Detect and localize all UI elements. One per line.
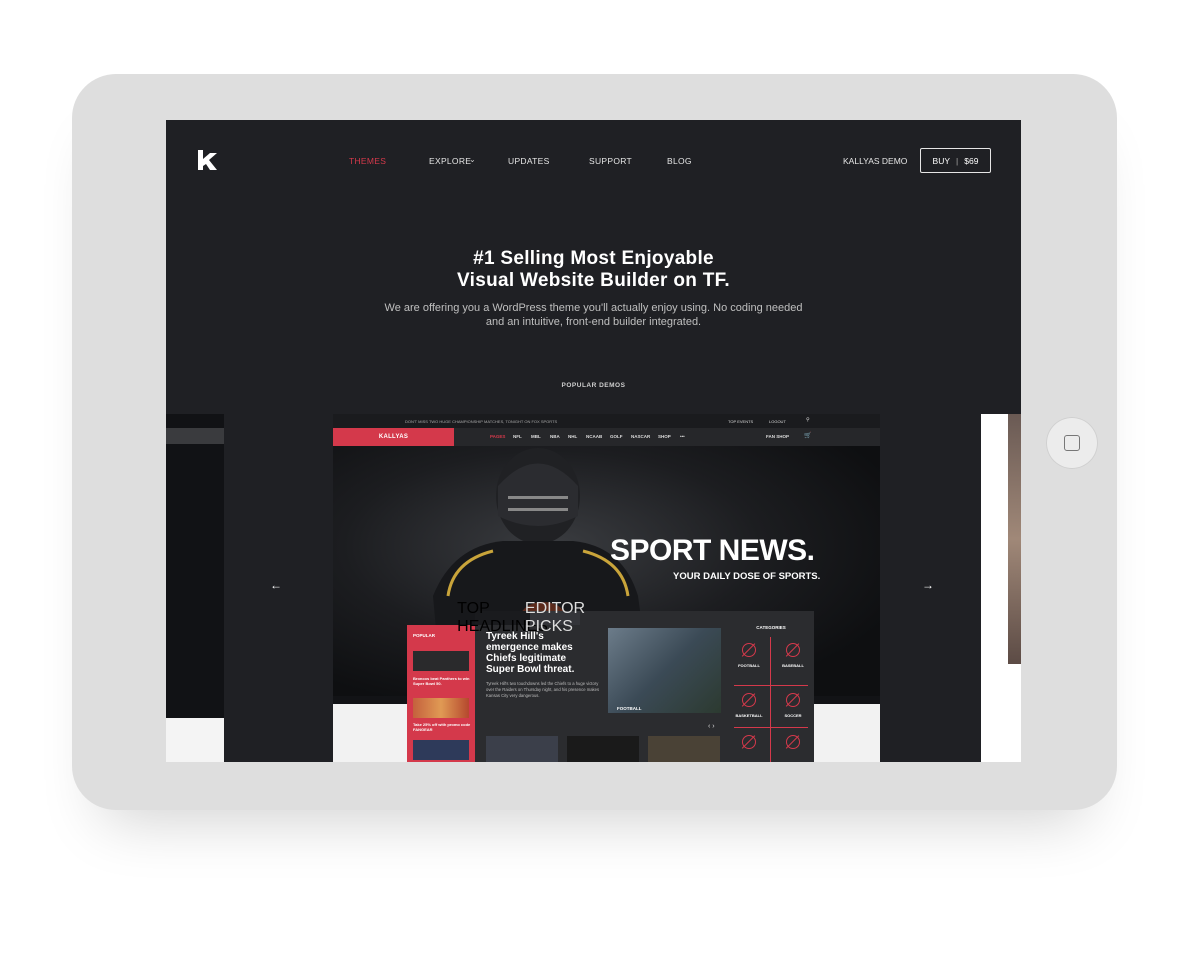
demo-link-golf[interactable]: GOLF — [610, 434, 623, 439]
popular-item-image[interactable] — [413, 651, 469, 671]
home-square-icon — [1064, 435, 1080, 451]
sport-icon — [786, 735, 800, 749]
popular-demos-label: POPULAR DEMOS — [561, 382, 626, 389]
next-demo-preview[interactable] — [981, 414, 1021, 762]
buy-price: $69 — [964, 155, 979, 166]
news-thumbnail[interactable] — [567, 736, 639, 762]
category-football[interactable]: FOOTBALL — [729, 643, 769, 668]
chevron-down-icon[interactable]: ⌄ — [469, 155, 476, 164]
demo-link-nhl[interactable]: NHL — [568, 434, 577, 439]
category-baseball[interactable]: BASEBALL — [773, 643, 813, 668]
categories-divider — [770, 637, 771, 762]
demo-fan-shop[interactable]: FAN SHOP — [766, 434, 789, 439]
category-icon-row[interactable] — [729, 735, 769, 749]
previous-demo-bar — [166, 428, 224, 444]
nav-explore[interactable]: EXPLORE — [429, 156, 471, 166]
screen: THEMES EXPLORE ⌄ UPDATES SUPPORT BLOG KA… — [166, 120, 1021, 762]
nav-support[interactable]: SUPPORT — [589, 156, 632, 166]
kallyas-logo-icon[interactable] — [197, 149, 219, 171]
carousel-next-arrow[interactable]: → — [922, 578, 934, 592]
category-label: BASEBALL — [782, 663, 804, 668]
headline-body: Tyreek Hill's two touchdowns led the Chi… — [486, 681, 600, 698]
categories-divider — [734, 685, 808, 686]
baseball-icon — [786, 643, 800, 657]
demo-link-pages[interactable]: PAGES — [490, 434, 505, 439]
demo-link-shop[interactable]: SHOP — [658, 434, 671, 439]
categories-label: CATEGORIES — [756, 625, 786, 630]
popular-panel: POPULAR Broncos beat Panthers to win Sup… — [407, 625, 475, 762]
demo-hero-title: SPORT NEWS. — [610, 534, 815, 567]
demo-link-nascar[interactable]: NASCAR — [631, 434, 650, 439]
category-label: FOOTBALL — [738, 663, 760, 668]
demo-link-nba[interactable]: NBA — [550, 434, 560, 439]
next-demo-photo — [1008, 414, 1021, 664]
soccer-icon — [786, 693, 800, 707]
headline-title[interactable]: Tyreek Hill's emergence makes Chiefs leg… — [486, 631, 586, 675]
hero-subtitle-line2: and an intuitive, front-end builder inte… — [485, 316, 702, 328]
demo-topbar: DON'T MISS TWO HUGE CHAMPIONSHIP MATCHES… — [333, 414, 880, 428]
buy-label: BUY — [932, 155, 951, 166]
category-soccer[interactable]: SOCCER — [773, 693, 813, 718]
previous-demo-footer — [166, 718, 224, 762]
categories-divider — [734, 727, 808, 728]
popular-item-image[interactable] — [413, 698, 469, 718]
demo-link-ncaab[interactable]: NCAAB — [586, 434, 602, 439]
popular-label: POPULAR — [413, 633, 436, 638]
category-basketball[interactable]: BASKETBALL — [729, 693, 769, 718]
hero-title-line1: #1 Selling Most Enjoyable — [473, 248, 714, 269]
hero-subtitle-line1: We are offering you a WordPress theme yo… — [384, 302, 803, 314]
demo-top-events[interactable]: TOP EVENTS — [728, 419, 753, 424]
nav-blog[interactable]: BLOG — [667, 156, 692, 166]
hero-title-line2: Visual Website Builder on TF. — [457, 270, 730, 291]
popular-item-caption[interactable]: Broncos beat Panthers to win Super Bowl … — [413, 676, 471, 686]
demo-navbar: KALLYAS PAGES NFL MBL NBA NHL NCAAB GOLF… — [333, 428, 880, 446]
nav-updates[interactable]: UPDATES — [508, 156, 550, 166]
news-thumbnail[interactable] — [486, 736, 558, 762]
headline-pager-arrows[interactable]: ‹ › — [708, 723, 715, 730]
category-icon-row[interactable] — [773, 735, 813, 749]
tab-top-headlines[interactable]: TOP HEADLINES — [457, 600, 548, 635]
headline-image[interactable] — [608, 628, 721, 713]
football-icon — [742, 643, 756, 657]
demo-link-nfl[interactable]: NFL — [513, 434, 522, 439]
buy-separator: | — [956, 155, 959, 166]
category-label: BASKETBALL — [735, 713, 763, 718]
buy-button[interactable]: BUY | $69 — [920, 148, 991, 173]
demo-more-icon[interactable]: ••• — [680, 434, 685, 439]
tab-editor-picks[interactable]: EDITOR PICKS — [525, 600, 585, 635]
demo-logout[interactable]: LOGOUT — [769, 419, 786, 424]
carousel-prev-arrow[interactable]: ← — [270, 578, 282, 592]
sport-icon — [742, 735, 756, 749]
basketball-icon — [742, 693, 756, 707]
demo-hero-tagline: YOUR DAILY DOSE OF SPORTS. — [673, 571, 821, 582]
categories-panel: CATEGORIES FOOTBALL BASEBALL BASKETBALL — [728, 621, 814, 762]
category-label: SOCCER — [784, 713, 802, 718]
popular-item-image[interactable] — [413, 740, 469, 760]
cart-icon[interactable]: 🛒 — [804, 432, 811, 439]
news-thumbnail[interactable] — [648, 736, 720, 762]
headlines-panel: TOP HEADLINES EDITOR PICKS Tyreek Hill's… — [457, 600, 814, 762]
headline-image-tag: FOOTBALL — [617, 706, 642, 711]
previous-demo-preview[interactable] — [166, 414, 224, 762]
demo-link-mbl[interactable]: MBL — [531, 434, 541, 439]
kallyas-demo-link[interactable]: KALLYAS DEMO — [843, 156, 907, 166]
demo-brand[interactable]: KALLYAS — [333, 428, 454, 446]
search-icon[interactable]: ⚲ — [806, 417, 810, 423]
sport-news-demo-preview[interactable]: DON'T MISS TWO HUGE CHAMPIONSHIP MATCHES… — [333, 414, 880, 762]
home-button[interactable] — [1046, 417, 1098, 469]
nav-themes[interactable]: THEMES — [349, 156, 386, 166]
popular-item-caption[interactable]: Take 25% off with promo code FANGEAR — [413, 722, 471, 732]
demo-topbar-message: DON'T MISS TWO HUGE CHAMPIONSHIP MATCHES… — [405, 419, 558, 424]
